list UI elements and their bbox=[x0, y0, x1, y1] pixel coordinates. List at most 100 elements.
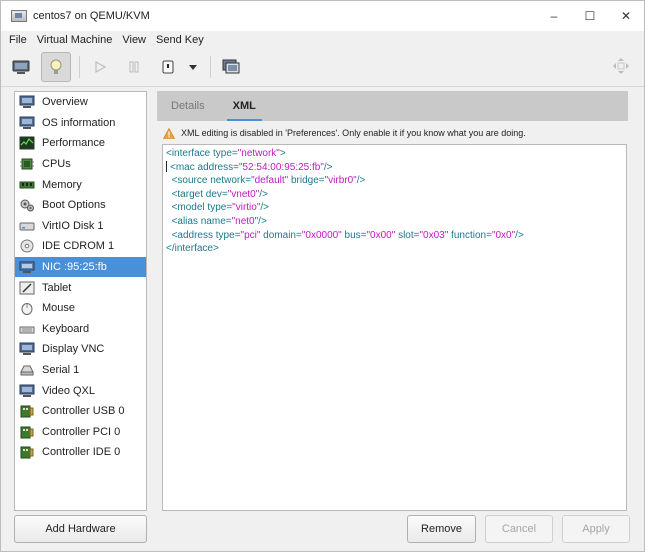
serial-icon bbox=[19, 363, 35, 377]
tab-details[interactable]: Details bbox=[157, 91, 219, 121]
xml-line: <mac address="52:54:00:95:25:fb"/> bbox=[163, 161, 626, 175]
sidebar-item-ide-cdrom-1[interactable]: IDE CDROM 1 bbox=[15, 236, 146, 257]
controller-icon bbox=[19, 425, 35, 439]
close-button[interactable]: ✕ bbox=[608, 1, 644, 31]
xml-attr: function= bbox=[448, 229, 492, 241]
sidebar-item-controller-ide-0[interactable]: Controller IDE 0 bbox=[15, 442, 146, 463]
xml-tag: </interface> bbox=[166, 243, 219, 255]
xml-tag: /> bbox=[323, 161, 333, 173]
xml-value: "0x0" bbox=[491, 229, 516, 241]
apply-button[interactable]: Apply bbox=[562, 515, 630, 543]
xml-value: "0x00" bbox=[366, 229, 396, 241]
xml-tag: /> bbox=[259, 188, 268, 200]
window-controls: – ☐ ✕ bbox=[536, 1, 644, 31]
xml-attr: domain= bbox=[260, 229, 302, 241]
xml-tag: <mac bbox=[170, 161, 198, 173]
xml-tag: /> bbox=[258, 215, 267, 227]
sidebar-item-label: Memory bbox=[42, 178, 82, 191]
pause-button[interactable] bbox=[120, 53, 148, 81]
xml-tag: <interface bbox=[166, 148, 213, 159]
gears-icon bbox=[19, 198, 35, 212]
xml-line: </interface> bbox=[163, 242, 626, 256]
xml-attr: type= bbox=[215, 229, 241, 241]
sidebar-item-os-information[interactable]: OS information bbox=[15, 113, 146, 134]
menu-view[interactable]: View bbox=[117, 34, 151, 46]
tab-bar: Details XML bbox=[157, 91, 628, 121]
monitor-icon bbox=[19, 384, 35, 398]
sidebar-item-boot-options[interactable]: Boot Options bbox=[15, 195, 146, 216]
toolbar bbox=[1, 48, 644, 87]
shutdown-menu-button[interactable] bbox=[184, 53, 202, 81]
xml-attr: address= bbox=[197, 161, 239, 173]
controller-icon bbox=[19, 404, 35, 418]
xml-editor[interactable]: <interface type="network"> <mac address=… bbox=[162, 144, 627, 511]
xml-value: "virtio" bbox=[232, 202, 261, 214]
menu-send-key[interactable]: Send Key bbox=[151, 34, 209, 46]
toolbar-separator bbox=[79, 56, 80, 78]
cancel-button[interactable]: Cancel bbox=[485, 515, 553, 543]
shutdown-button[interactable] bbox=[154, 53, 182, 81]
add-hardware-button[interactable]: Add Hardware bbox=[14, 515, 147, 543]
xml-tag: <model bbox=[171, 202, 208, 214]
xml-tag: <source bbox=[171, 175, 211, 187]
mouse-icon bbox=[19, 301, 35, 316]
remove-button[interactable]: Remove bbox=[407, 515, 476, 543]
sidebar-item-controller-usb-0[interactable]: Controller USB 0 bbox=[15, 401, 146, 422]
fullscreen-screenshot-button[interactable] bbox=[217, 53, 245, 81]
sidebar-item-tablet[interactable]: Tablet bbox=[15, 277, 146, 298]
main-window: centos7 on QEMU/KVM – ☐ ✕ File Virtual M… bbox=[0, 0, 645, 552]
sidebar-item-memory[interactable]: Memory bbox=[15, 174, 146, 195]
sidebar-item-performance[interactable]: Performance bbox=[15, 133, 146, 154]
lightbulb-icon bbox=[50, 59, 62, 74]
pause-icon bbox=[129, 61, 139, 73]
xml-line: <model type="virtio"/> bbox=[163, 201, 626, 215]
sidebar-item-video-qxl[interactable]: Video QXL bbox=[15, 380, 146, 401]
text-cursor bbox=[166, 161, 167, 173]
xml-value: "0x03" bbox=[419, 229, 449, 241]
xml-tag: /> bbox=[515, 229, 524, 241]
console-button[interactable] bbox=[7, 53, 35, 81]
xml-attr: dev= bbox=[205, 188, 228, 200]
run-button[interactable] bbox=[86, 53, 114, 81]
sidebar-item-virtio-disk-1[interactable]: VirtIO Disk 1 bbox=[15, 216, 146, 237]
sidebar-item-nic-95-25-fb[interactable]: NIC :95:25:fb bbox=[15, 256, 146, 278]
xml-value: "default" bbox=[251, 175, 289, 187]
xml-tag: /> bbox=[260, 202, 270, 214]
xml-value: "52:54:00:95:25:fb" bbox=[238, 161, 324, 173]
maximize-button[interactable]: ☐ bbox=[572, 1, 608, 31]
details-button[interactable] bbox=[41, 52, 71, 82]
xml-attr: network= bbox=[210, 175, 252, 187]
xml-attr: slot= bbox=[395, 229, 420, 241]
xml-value: "0x0000" bbox=[301, 229, 342, 241]
sidebar-item-label: Controller PCI 0 bbox=[42, 425, 121, 438]
menu-virtual-machine[interactable]: Virtual Machine bbox=[32, 34, 118, 46]
resize-button[interactable] bbox=[612, 57, 630, 78]
sidebar-item-controller-pci-0[interactable]: Controller PCI 0 bbox=[15, 422, 146, 443]
xml-line: <alias name="net0"/> bbox=[163, 215, 626, 229]
xml-value: "pci" bbox=[240, 229, 261, 241]
sidebar-item-label: Display VNC bbox=[42, 343, 105, 356]
sidebar-item-serial-1[interactable]: Serial 1 bbox=[15, 360, 146, 381]
screenshot-icon bbox=[222, 59, 240, 74]
sidebar-item-cpus[interactable]: CPUs bbox=[15, 154, 146, 175]
title-bar: centos7 on QEMU/KVM – ☐ ✕ bbox=[1, 1, 644, 31]
monitor-icon bbox=[19, 95, 35, 109]
sidebar-item-label: IDE CDROM 1 bbox=[42, 240, 115, 253]
sidebar-item-mouse[interactable]: Mouse bbox=[15, 298, 146, 319]
sidebar-item-overview[interactable]: Overview bbox=[15, 92, 146, 113]
window-title: centos7 on QEMU/KVM bbox=[33, 10, 150, 22]
tab-xml[interactable]: XML bbox=[219, 91, 270, 121]
menu-file[interactable]: File bbox=[1, 34, 32, 46]
sidebar-item-display-vnc[interactable]: Display VNC bbox=[15, 339, 146, 360]
xml-value: "virbr0" bbox=[324, 175, 357, 187]
monitor-icon bbox=[19, 342, 35, 356]
monitor-icon bbox=[19, 116, 35, 130]
sidebar-item-label: NIC :95:25:fb bbox=[42, 261, 107, 274]
sidebar-item-keyboard[interactable]: Keyboard bbox=[15, 319, 146, 340]
xml-attr: type= bbox=[207, 202, 233, 214]
hardware-list: Overview OS information Performance CPUs Mem… bbox=[14, 91, 147, 511]
minimize-button[interactable]: – bbox=[536, 1, 572, 31]
toolbar-separator bbox=[210, 56, 211, 78]
disk-icon bbox=[19, 219, 35, 233]
sidebar-item-label: Mouse bbox=[42, 302, 76, 315]
